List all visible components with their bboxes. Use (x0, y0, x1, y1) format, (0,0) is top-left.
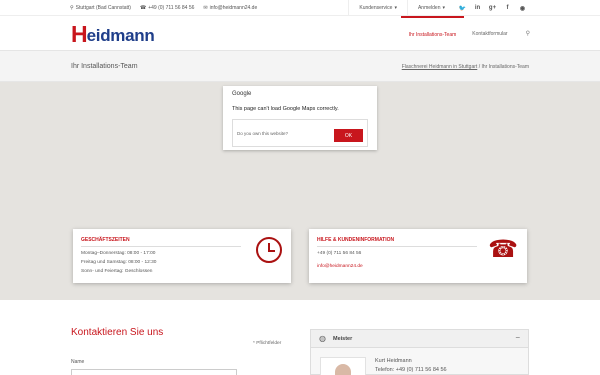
heidmann-logo[interactable]: Heidmann (71, 21, 155, 47)
name-input[interactable] (71, 369, 237, 375)
anmelden-dropdown[interactable]: Anmelden ▾ (406, 0, 455, 16)
site-header: Heidmann Ihr Installations-Team Kontaktf… (0, 16, 600, 51)
kundenservice-label: Kundenservice (359, 5, 393, 11)
globe-icon: ◍ (319, 334, 326, 343)
location-pin-icon: ⚲ (70, 4, 74, 11)
chevron-down-icon: ▾ (442, 5, 445, 11)
ok-button[interactable]: OK (334, 129, 363, 142)
logo-text: eidmann (86, 26, 155, 45)
collapse-icon[interactable]: − (515, 333, 520, 342)
person-face (335, 364, 351, 375)
divider (317, 246, 477, 247)
top-bar: ⚲ Stuttgart (Bad Cannstatt) ☎ +49 (0) 711 … (0, 0, 600, 16)
info-phone: +49 (0) 711 56 84 56 (317, 251, 362, 256)
meister-name: Kurt Heidmann (375, 358, 412, 364)
main-nav: Ihr Installations-Team Kontaktformular ⚲ (400, 16, 530, 51)
business-hours-box: GESCHÄFTSZEITEN Montag–Donnerstag: 08:00… (73, 229, 291, 283)
info-email-link[interactable]: info@heidmann24.de (317, 264, 363, 269)
nav-kontaktformular[interactable]: Kontaktformular (464, 16, 515, 51)
required-fields-note: * Pflichtfelder (253, 341, 282, 346)
map-error-question-box: Do you own this website? OK (232, 119, 368, 147)
linkedin-icon[interactable]: in (470, 0, 485, 16)
meister-panel: ◍ Meister − Kurt Heidmann Telefon: +49 (… (310, 329, 529, 375)
twitter-icon[interactable]: 🐦 (455, 0, 470, 16)
location-item: ⚲ Stuttgart (Bad Cannstatt) (70, 5, 131, 11)
phone-item: ☎ +49 (0) 711 56 84 56 (140, 5, 194, 11)
kundenservice-dropdown[interactable]: Kundenservice ▾ (348, 0, 407, 16)
meister-panel-header[interactable]: ◍ Meister − (311, 330, 528, 348)
breadcrumb-home-link[interactable]: Flaschnerei Heidmann in Stuttgart (402, 64, 478, 70)
email-link[interactable]: info@heidmann24.de (210, 5, 258, 11)
phone-icon: ☎ (139, 4, 147, 11)
page-title: Ihr Installations-Team (71, 63, 138, 70)
meister-phone: Telefon: +49 (0) 711 56 84 56 (375, 367, 447, 373)
hours-line: Freitag und Samstag: 08:00 - 12:30 (81, 260, 157, 265)
mail-icon: ✉ (203, 4, 208, 11)
contact-title: Kontaktieren Sie uns (71, 327, 164, 338)
telephone-icon: ☎ (488, 236, 518, 263)
hours-line: Sonn- und Feiertag: Geschlossen (81, 269, 153, 274)
customer-info-box: HILFE & KUNDENINFORMATION +49 (0) 711 56… (309, 229, 527, 283)
map-error-dialog: Google This page can't load Google Maps … (223, 86, 377, 150)
email-item[interactable]: ✉ info@heidmann24.de (203, 5, 257, 11)
customer-info-title: HILFE & KUNDENINFORMATION (317, 237, 395, 243)
divider (81, 246, 241, 247)
name-label: Name (71, 359, 85, 365)
breadcrumb-current: Ihr Installations-Team (481, 64, 529, 70)
hours-line: Montag–Donnerstag: 08:00 - 17:00 (81, 251, 156, 256)
nav-installations-team[interactable]: Ihr Installations-Team (400, 16, 465, 51)
google-brand: Google (232, 91, 252, 97)
own-website-question: Do you own this website? (237, 131, 289, 136)
google-plus-icon[interactable]: g+ (485, 0, 500, 16)
top-contact: ⚲ Stuttgart (Bad Cannstatt) ☎ +49 (0) 711 … (70, 5, 257, 11)
logo-initial: H (71, 21, 88, 47)
breadcrumb: Flaschnerei Heidmann in Stuttgart / Ihr … (402, 64, 529, 70)
facebook-icon[interactable]: f (500, 0, 515, 16)
rss-icon[interactable]: ◉ (515, 0, 530, 16)
anmelden-label: Anmelden (417, 5, 441, 11)
map-error-message: This page can't load Google Maps correct… (232, 106, 339, 112)
top-right: Kundenservice ▾ Anmelden ▾ 🐦 in g+ f ◉ (348, 0, 530, 16)
phone-text: +49 (0) 711 56 84 56 (148, 4, 195, 11)
chevron-down-icon: ▾ (394, 5, 397, 11)
meister-label: Meister (333, 336, 353, 342)
search-icon[interactable]: ⚲ (526, 30, 530, 37)
meister-photo (320, 357, 366, 375)
business-hours-title: GESCHÄFTSZEITEN (81, 237, 130, 243)
clock-icon (256, 237, 282, 263)
location-text: Stuttgart (Bad Cannstatt) (75, 4, 131, 11)
page-title-bar: Ihr Installations-Team Flaschnerei Heidm… (0, 51, 600, 82)
breadcrumb-separator: / (478, 64, 481, 70)
